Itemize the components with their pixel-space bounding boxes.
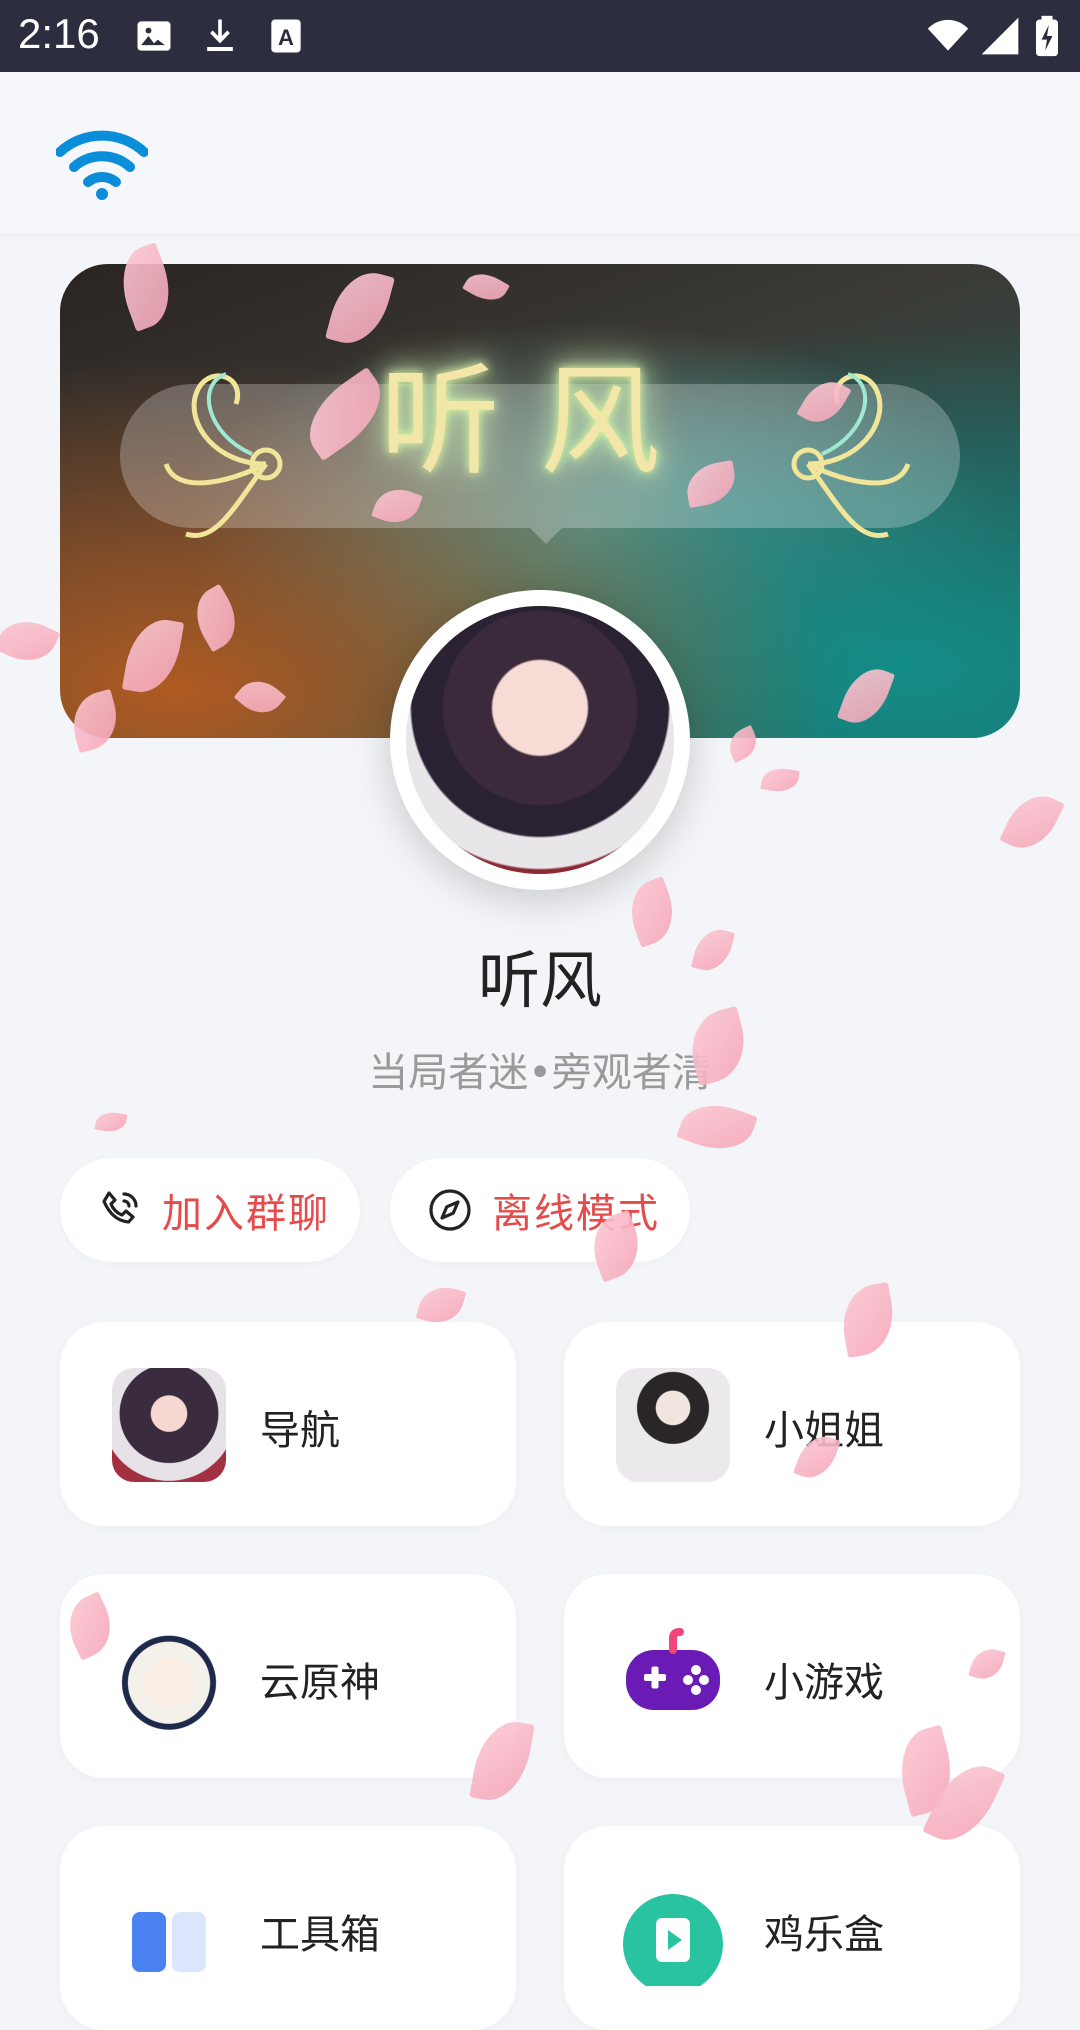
svg-text:A: A <box>278 25 294 50</box>
compass-icon <box>429 1189 471 1231</box>
card-label: 导航 <box>260 1408 340 1454</box>
toolbox-icon <box>132 1912 206 1972</box>
card-label: 云原神 <box>260 1660 380 1706</box>
card-label: 鸡乐盒 <box>764 1912 884 1958</box>
gamepad-icon <box>626 1628 720 1710</box>
image-icon <box>137 21 171 51</box>
profile-name: 听风 <box>477 944 602 1017</box>
card-girls[interactable]: 小姐姐 <box>564 1322 1020 1526</box>
join-group-button[interactable]: 加入群聊 <box>60 1158 360 1262</box>
phone-icon <box>102 1191 138 1224</box>
card-navigation[interactable]: 导航 <box>60 1322 516 1526</box>
play-icon <box>623 1894 723 1986</box>
anime-girl-thumbnail <box>112 1368 226 1482</box>
status-bar: 2:16 A <box>0 0 1080 72</box>
top-bar <box>0 72 1080 234</box>
avatar[interactable] <box>390 590 690 890</box>
wifi-icon[interactable] <box>56 130 148 200</box>
genshin-paimon-icon <box>112 1620 226 1734</box>
card-toolbox[interactable]: 工具箱 <box>60 1826 516 2030</box>
font-icon: A <box>271 19 301 53</box>
battery-charging-icon <box>1036 15 1058 57</box>
avatar-image <box>406 606 674 874</box>
petal-decoration <box>676 1093 758 1161</box>
girl-photo-thumbnail <box>616 1368 730 1482</box>
profile-motto: 当局者迷•旁观者清 <box>368 1050 712 1096</box>
card-cloud-genshin[interactable]: 云原神 <box>60 1574 516 1778</box>
download-icon <box>207 19 233 52</box>
petal-decoration <box>999 785 1065 859</box>
wifi-icon <box>927 19 969 51</box>
join-group-label: 加入群聊 <box>162 1191 330 1237</box>
petal-decoration <box>94 1109 128 1135</box>
card-label: 小游戏 <box>764 1660 884 1706</box>
card-music-box[interactable]: 鸡乐盒 <box>564 1826 1020 2030</box>
card-label: 工具箱 <box>260 1912 380 1958</box>
card-mini-games[interactable]: 小游戏 <box>564 1574 1020 1778</box>
petal-decoration <box>760 765 800 795</box>
offline-mode-button[interactable]: 离线模式 <box>390 1158 690 1262</box>
signal-icon <box>981 17 1019 55</box>
petal-decoration <box>0 610 61 672</box>
status-time: 2:16 <box>18 10 100 57</box>
banner-title: 听风 <box>380 353 700 492</box>
